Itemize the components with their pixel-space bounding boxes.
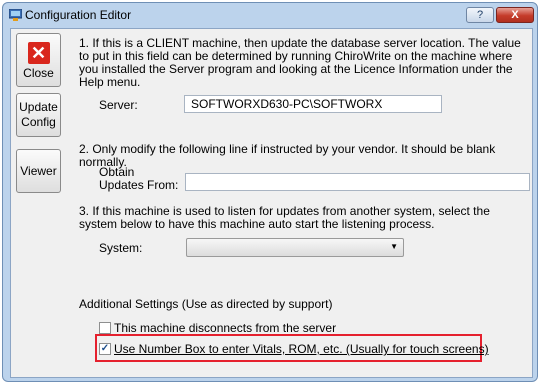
number-box-option-label[interactable]: Use Number Box to enter Vitals, ROM, etc… <box>114 342 489 356</box>
obtain-updates-input[interactable] <box>185 173 530 191</box>
app-icon <box>9 9 22 21</box>
settings-panel: 1. If this is a CLIENT machine, then upd… <box>70 29 532 377</box>
close-button[interactable]: ✕ Close <box>16 33 61 87</box>
server-instructions: 1. If this is a CLIENT machine, then upd… <box>79 36 521 89</box>
obtain-updates-label: Obtain Updates From: <box>99 165 179 192</box>
additional-settings-heading: Additional Settings (Use as directed by … <box>79 297 333 311</box>
system-dropdown[interactable]: ▼ <box>186 238 404 257</box>
chevron-down-icon: ▼ <box>390 242 398 251</box>
help-button[interactable]: ? <box>466 7 494 23</box>
server-input[interactable]: SOFTWORXD630-PC\SOFTWORX <box>184 95 442 113</box>
viewer-button[interactable]: Viewer <box>16 149 61 193</box>
number-box-checkbox[interactable]: ✓ <box>99 343 111 355</box>
title-bar: Configuration Editor ? X <box>3 3 537 27</box>
disconnect-option-label[interactable]: This machine disconnects from the server <box>114 321 336 335</box>
window-title: Configuration Editor <box>25 8 132 22</box>
close-icon: ✕ <box>27 42 50 64</box>
disconnect-checkbox[interactable] <box>99 322 111 334</box>
window-close-button[interactable]: X <box>496 7 534 23</box>
server-label: Server: <box>99 98 138 112</box>
configuration-editor-window: Configuration Editor ? X ✕ Close Update … <box>2 2 538 382</box>
client-area: ✕ Close Update Config Viewer 1. If this … <box>10 28 533 378</box>
close-button-label: Close <box>23 66 54 80</box>
system-label: System: <box>99 241 143 255</box>
listener-instructions: 3. If this machine is used to listen for… <box>79 204 490 231</box>
update-config-button[interactable]: Update Config <box>16 93 61 137</box>
